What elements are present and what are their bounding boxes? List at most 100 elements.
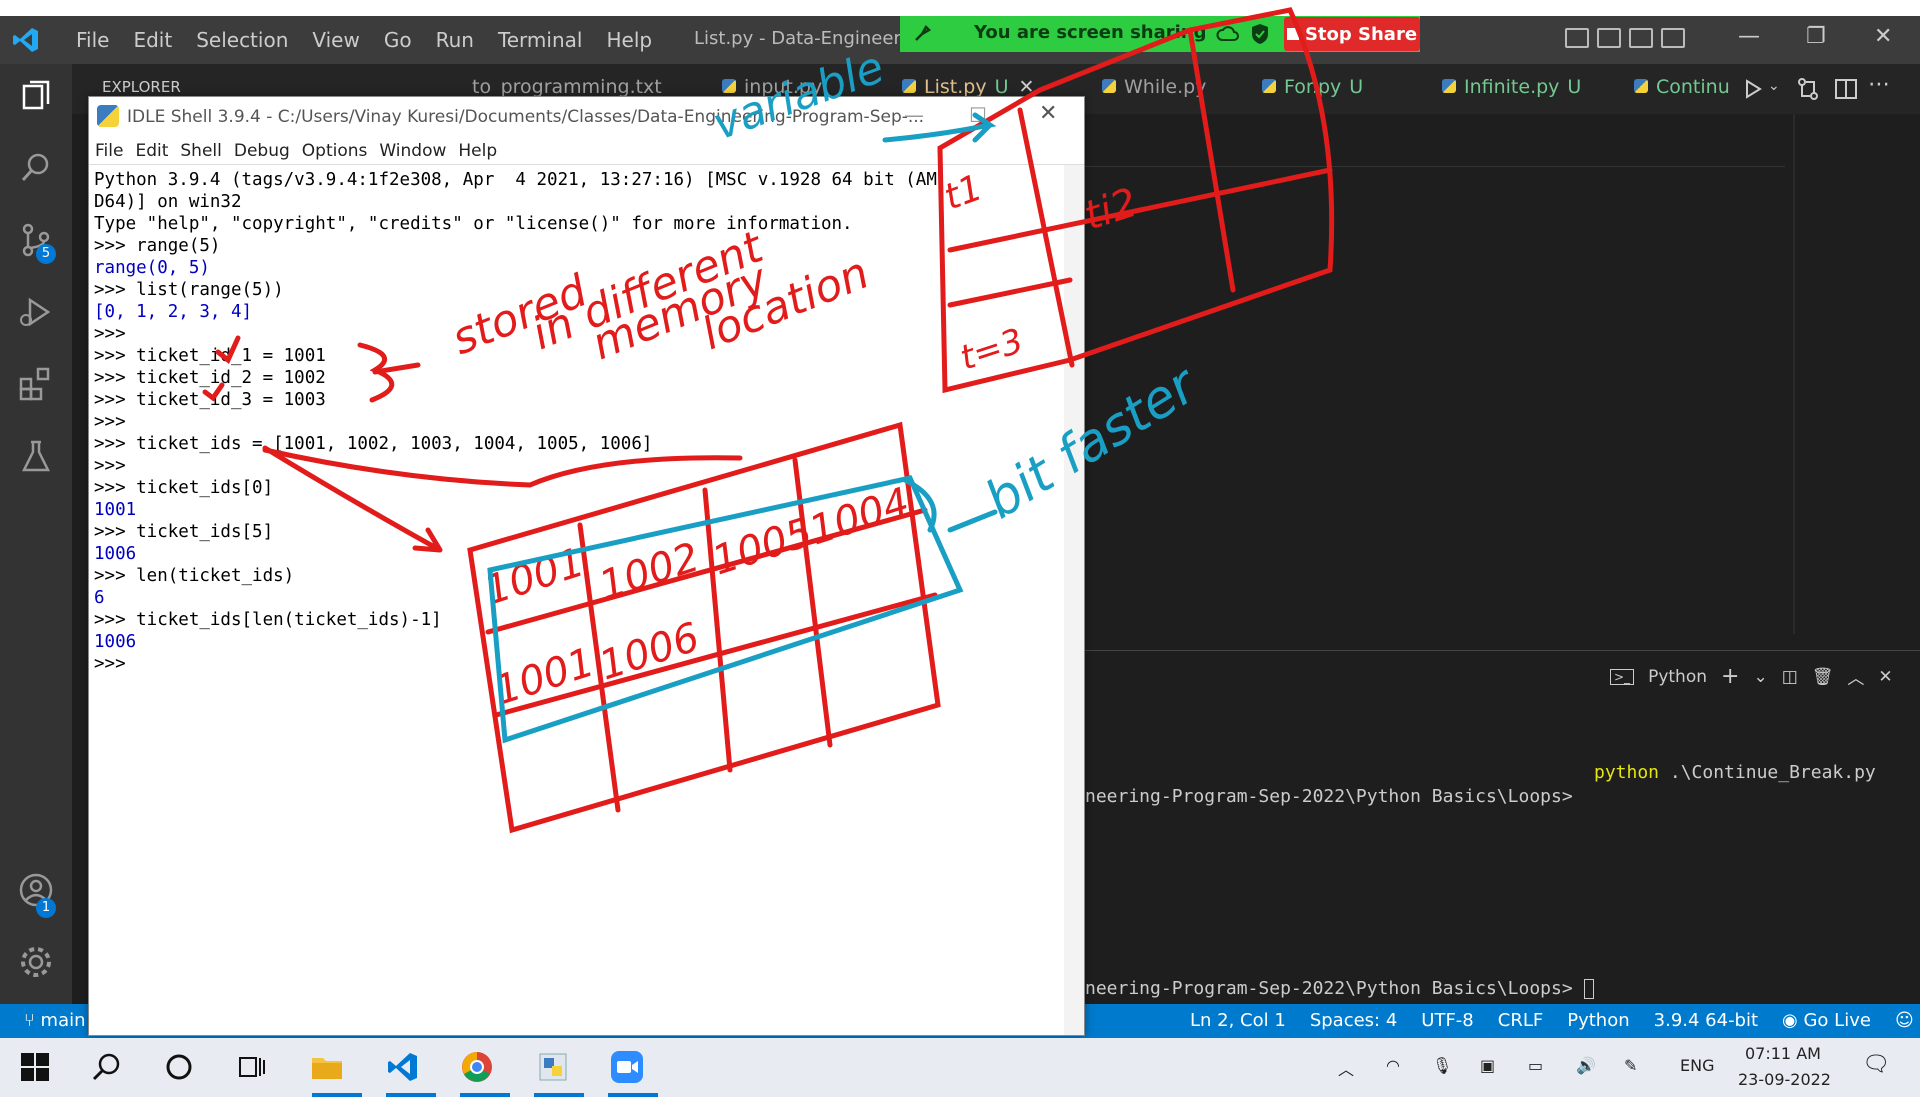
wifi-icon[interactable]: ◠ [1386, 1056, 1400, 1075]
idle-menu-window[interactable]: Window [373, 141, 452, 161]
pen-icon[interactable]: ✎ [1624, 1056, 1637, 1075]
editor-area[interactable] [1085, 114, 1920, 650]
menu-go[interactable]: Go [372, 28, 424, 52]
language-indicator[interactable]: ENG [1680, 1056, 1714, 1075]
compare-changes-icon[interactable] [1796, 77, 1820, 101]
shell-line: range(0, 5) [94, 258, 210, 278]
idle-menu-options[interactable]: Options [296, 141, 374, 161]
taskbar-search-icon[interactable] [90, 1050, 124, 1084]
idle-menu-debug[interactable]: Debug [228, 141, 296, 161]
idle-close-icon[interactable]: ✕ [1039, 101, 1057, 126]
screen-share-text: You are screen sharing [974, 22, 1207, 43]
menu-terminal[interactable]: Terminal [486, 28, 595, 52]
menu-run[interactable]: Run [424, 28, 486, 52]
clock-date[interactable]: 23-09-2022 [1738, 1070, 1831, 1089]
status-interpreter[interactable]: 3.9.4 64-bit [1654, 1010, 1758, 1031]
battery-icon[interactable]: ▭ [1528, 1056, 1543, 1075]
idle-menu-edit[interactable]: Edit [129, 141, 174, 161]
kill-terminal-trash-icon[interactable]: 🗑 [1812, 667, 1834, 687]
notifications-icon[interactable]: 🗨 [1862, 1052, 1890, 1077]
toggle-secondary-sidebar-icon[interactable] [1629, 28, 1653, 48]
tab-continue[interactable]: Continu [1634, 76, 1730, 98]
shell-line: Python 3.9.4 (tags/v3.9.4:1f2e308, Apr 4… [94, 170, 937, 190]
close-panel-icon[interactable]: ✕ [1878, 667, 1892, 687]
run-file-icon[interactable] [1742, 78, 1764, 100]
tab-list[interactable]: List.py U ✕ [902, 76, 1034, 98]
extensions-icon[interactable] [18, 366, 54, 402]
maximize-panel-icon[interactable]: ︿ [1847, 664, 1864, 689]
windows-start-icon[interactable] [18, 1050, 52, 1084]
active-app-indicator [386, 1093, 436, 1097]
status-encoding[interactable]: UTF-8 [1421, 1010, 1473, 1031]
minimize-icon[interactable]: — [1738, 24, 1760, 49]
python-file-icon [902, 79, 916, 93]
tab-infinite[interactable]: Infinite.py U [1442, 76, 1581, 98]
clock-time[interactable]: 07:11 AM [1745, 1044, 1821, 1063]
split-terminal-icon[interactable]: ◫ [1782, 667, 1798, 687]
chevron-down-icon[interactable]: ⌄ [1753, 667, 1767, 687]
terminal-panel[interactable] [1085, 650, 1920, 1004]
chevron-down-icon[interactable]: ⌄ [1768, 78, 1780, 94]
zoom-icon[interactable] [610, 1050, 644, 1084]
toggle-sidebar-icon[interactable] [1565, 28, 1589, 48]
idle-menu-shell[interactable]: Shell [174, 141, 227, 161]
explorer-icon[interactable] [18, 78, 54, 114]
display-icon[interactable]: ▣ [1480, 1056, 1495, 1075]
cloud-icon [1216, 26, 1239, 41]
shell-output[interactable]: Python 3.9.4 (tags/v3.9.4:1f2e308, Apr 4… [94, 169, 937, 675]
menu-help[interactable]: Help [594, 28, 664, 52]
run-debug-icon[interactable] [18, 294, 54, 330]
python-file-icon [1262, 79, 1276, 93]
shell-line: >>> ticket_ids = [1001, 1002, 1003, 1004… [94, 434, 653, 454]
idle-shell-window[interactable]: IDLE Shell 3.9.4 - C:/Users/Vinay Kuresi… [88, 96, 1085, 1036]
tab-close-icon[interactable]: ✕ [1018, 76, 1034, 98]
tab-input[interactable]: input.py [722, 76, 822, 98]
shell-line: >>> ticket_id_3 = 1003 [94, 390, 326, 410]
tray-chevron-up-icon[interactable]: ︿ [1338, 1056, 1354, 1080]
python-idle-taskbar-icon[interactable] [536, 1050, 570, 1084]
menu-file[interactable]: File [64, 28, 121, 52]
menu-edit[interactable]: Edit [121, 28, 184, 52]
tab-to-programming[interactable]: to_programming.txt [472, 76, 662, 98]
status-position[interactable]: Ln 2, Col 1 [1190, 1010, 1286, 1031]
active-app-indicator [460, 1093, 510, 1097]
status-eol[interactable]: CRLF [1498, 1010, 1543, 1031]
task-view-icon[interactable] [234, 1050, 268, 1084]
more-actions-icon[interactable]: ⋯ [1868, 72, 1890, 97]
restore-icon[interactable]: ❐ [1806, 24, 1826, 49]
status-spaces[interactable]: Spaces: 4 [1310, 1010, 1397, 1031]
idle-title: IDLE Shell 3.9.4 - C:/Users/Vinay Kuresi… [127, 107, 925, 127]
stop-share-button[interactable]: Stop Share [1284, 17, 1420, 51]
search-icon[interactable] [18, 150, 54, 186]
tab-for[interactable]: For.py U [1262, 76, 1363, 98]
cortana-icon[interactable] [162, 1050, 196, 1084]
close-icon[interactable]: ✕ [1874, 24, 1892, 49]
customize-layout-icon[interactable] [1661, 28, 1685, 48]
idle-menu-file[interactable]: File [89, 141, 129, 161]
menu-selection[interactable]: Selection [184, 28, 300, 52]
tab-while[interactable]: While.py [1102, 76, 1206, 98]
toggle-panel-icon[interactable] [1597, 28, 1621, 48]
new-terminal-icon[interactable]: + [1721, 664, 1739, 689]
chrome-icon[interactable] [460, 1050, 494, 1084]
settings-gear-icon[interactable] [18, 944, 54, 980]
microphone-icon[interactable]: 🎙 [1432, 1056, 1452, 1075]
file-explorer-icon[interactable] [310, 1050, 344, 1084]
editor-scrollbar[interactable] [1793, 114, 1795, 634]
status-language[interactable]: Python [1567, 1010, 1629, 1031]
feedback-icon[interactable]: ☺ [1895, 1010, 1914, 1031]
terminal-name[interactable]: Python [1648, 667, 1707, 687]
branch-name: main [40, 1010, 86, 1031]
split-editor-icon[interactable] [1834, 77, 1858, 101]
menu-view[interactable]: View [300, 28, 371, 52]
status-branch[interactable]: ⑂ main [24, 1010, 86, 1031]
volume-icon[interactable]: 🔊 [1576, 1056, 1596, 1075]
status-golive[interactable]: ◉ Go Live [1782, 1010, 1871, 1031]
testing-icon[interactable] [18, 438, 54, 474]
idle-maximize-icon[interactable]: ☐ [969, 103, 987, 127]
python-file-icon [1442, 79, 1456, 93]
idle-minimize-icon[interactable]: — [904, 103, 924, 127]
idle-scrollbar[interactable] [1064, 165, 1084, 1035]
idle-menu-help[interactable]: Help [452, 141, 503, 161]
vscode-taskbar-icon[interactable] [386, 1050, 420, 1084]
